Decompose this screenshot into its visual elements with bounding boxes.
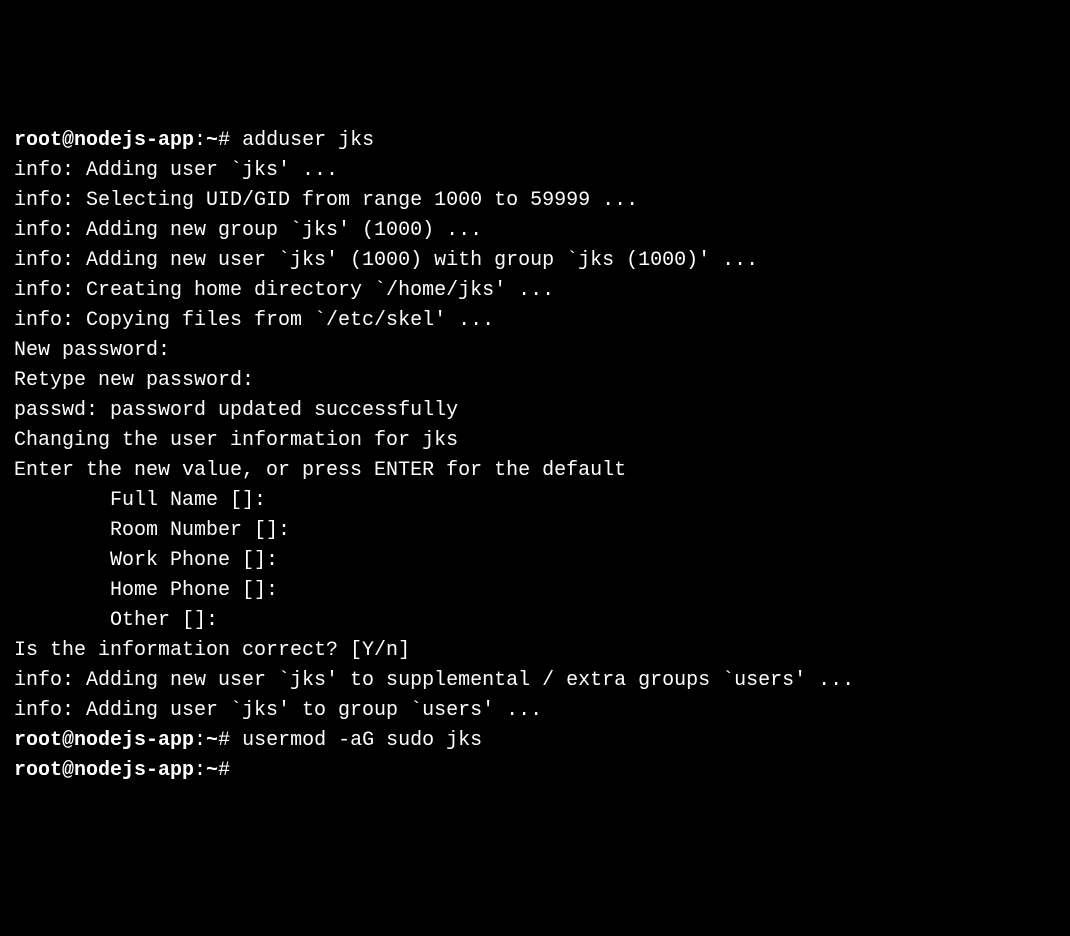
terminal[interactable]: root@nodejs-app:~# adduser jksinfo: Addi…	[14, 126, 1056, 786]
output-line: info: Creating home directory `/home/jks…	[14, 276, 1056, 306]
prompt-line-2: root@nodejs-app:~# usermod -aG sudo jks	[14, 726, 1056, 756]
output-line: Other []:	[14, 606, 1056, 636]
prompt-sep: :	[194, 729, 206, 752]
output-line: Full Name []:	[14, 486, 1056, 516]
prompt-end: #	[218, 729, 242, 752]
output-line: New password:	[14, 336, 1056, 366]
prompt-sep: :	[194, 759, 206, 782]
output-line: Work Phone []:	[14, 546, 1056, 576]
output-line: info: Adding user `jks' ...	[14, 156, 1056, 186]
output-line: passwd: password updated successfully	[14, 396, 1056, 426]
prompt-user-host: root@nodejs-app	[14, 129, 194, 152]
output-line: Is the information correct? [Y/n]	[14, 636, 1056, 666]
prompt-path: ~	[206, 129, 218, 152]
output-line: Home Phone []:	[14, 576, 1056, 606]
output-line: Enter the new value, or press ENTER for …	[14, 456, 1056, 486]
prompt-path: ~	[206, 729, 218, 752]
prompt-user-host: root@nodejs-app	[14, 759, 194, 782]
prompt-end: #	[218, 129, 242, 152]
command-2: usermod -aG sudo jks	[242, 729, 482, 752]
prompt-path: ~	[206, 759, 218, 782]
prompt-user-host: root@nodejs-app	[14, 729, 194, 752]
prompt-sep: :	[194, 129, 206, 152]
output-line: info: Adding new user `jks' (1000) with …	[14, 246, 1056, 276]
output-line: Retype new password:	[14, 366, 1056, 396]
output-line: info: Copying files from `/etc/skel' ...	[14, 306, 1056, 336]
command-1: adduser jks	[242, 129, 374, 152]
output-line: info: Adding user `jks' to group `users'…	[14, 696, 1056, 726]
prompt-line-1: root@nodejs-app:~# adduser jks	[14, 126, 1056, 156]
prompt-end: #	[218, 759, 242, 782]
output-line: info: Selecting UID/GID from range 1000 …	[14, 186, 1056, 216]
output-line: info: Adding new group `jks' (1000) ...	[14, 216, 1056, 246]
output-line: info: Adding new user `jks' to supplemen…	[14, 666, 1056, 696]
output-line: Changing the user information for jks	[14, 426, 1056, 456]
prompt-line-3[interactable]: root@nodejs-app:~#	[14, 756, 1056, 786]
output-line: Room Number []:	[14, 516, 1056, 546]
